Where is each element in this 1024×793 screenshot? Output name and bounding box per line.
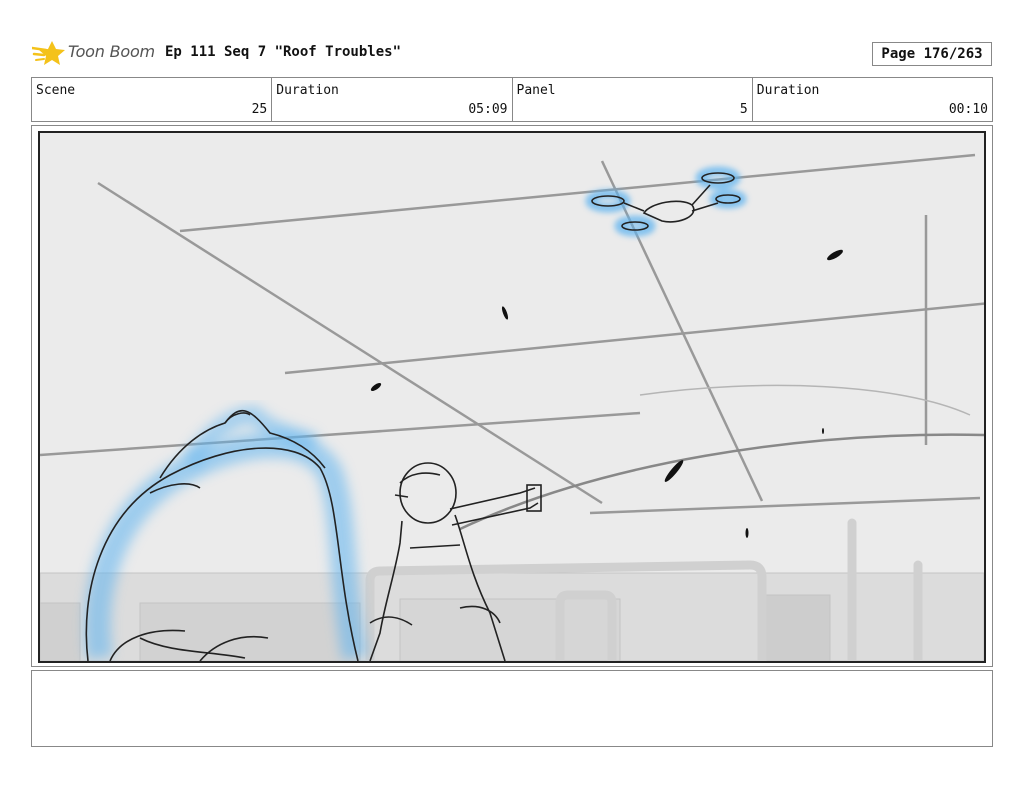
page-number: Page 176/263 (872, 42, 992, 66)
scene-value: 25 (251, 102, 268, 117)
episode-title: Ep 111 Seq 7 "Roof Troubles" (165, 44, 402, 60)
panel-label: Panel (516, 83, 556, 98)
panel-duration-value: 00:10 (948, 102, 988, 117)
info-row: Scene 25 Duration 05:09 Panel 5 Duration… (31, 77, 993, 122)
panel-notes (31, 670, 993, 747)
storyboard-panel-image (38, 131, 986, 663)
scene-duration-value: 05:09 (468, 102, 508, 117)
star-logo-icon (30, 41, 65, 65)
scene-duration-label: Duration (276, 83, 339, 98)
scene-cell: Scene 25 (32, 78, 273, 121)
panel-cell: Panel 5 (513, 78, 753, 121)
toon-boom-logo: Toon Boom (30, 38, 157, 68)
panel-duration-cell: Duration 00:10 (753, 78, 992, 121)
scene-duration-cell: Duration 05:09 (272, 78, 513, 121)
scene-label: Scene (36, 83, 76, 98)
panel-value: 5 (739, 102, 748, 117)
storyboard-sketch-icon (40, 133, 984, 661)
panel-duration-label: Duration (756, 83, 820, 98)
logo-text: Toon Boom (68, 42, 155, 61)
